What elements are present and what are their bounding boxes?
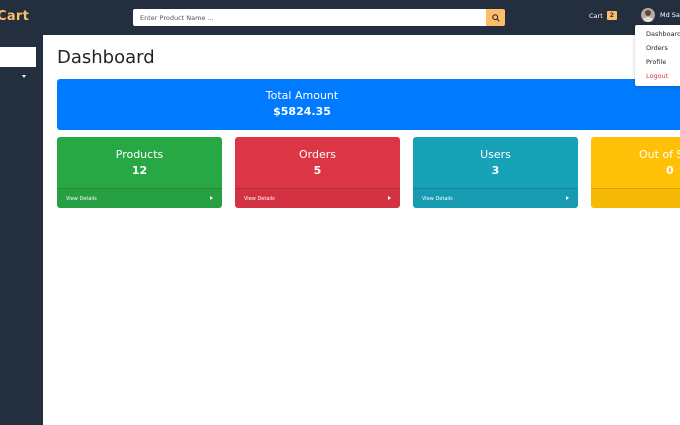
user-name: Md Sa — [660, 11, 680, 19]
users-card-label: Users — [480, 148, 511, 161]
cart-count-badge: 2 — [606, 11, 617, 20]
total-amount-label: Total Amount — [265, 89, 339, 102]
sidebar-item-active[interactable] — [0, 47, 36, 67]
user-dropdown-toggle[interactable]: Md Sa — [641, 8, 680, 22]
out-of-stock-card-value: 0 — [666, 164, 674, 177]
users-view-details-link[interactable]: View Details — [413, 188, 578, 208]
users-card-value: 3 — [491, 164, 500, 177]
view-details-label: View Details — [66, 196, 97, 202]
cart-link[interactable]: Cart 2 — [589, 11, 617, 20]
orders-card-value: 5 — [313, 164, 322, 177]
caret-right-icon — [210, 196, 213, 200]
brand-logo[interactable]: Cart — [0, 9, 29, 24]
orders-card-label: Orders — [299, 148, 336, 161]
user-dropdown-menu: Dashboard Orders Profile Logout — [635, 25, 680, 86]
orders-card: Orders 5 View Details — [235, 137, 400, 208]
view-details-label: View Details — [422, 196, 453, 202]
menu-item-orders[interactable]: Orders — [646, 44, 668, 52]
caret-down-icon[interactable] — [22, 75, 26, 78]
menu-item-dashboard[interactable]: Dashboard — [646, 30, 680, 38]
caret-right-icon — [388, 196, 391, 200]
avatar — [641, 8, 655, 22]
total-amount-card: Total Amount $5824.35 — [57, 79, 680, 130]
products-card-value: 12 — [131, 164, 148, 177]
view-details-label: View Details — [244, 196, 275, 202]
total-amount-value: $5824.35 — [273, 105, 331, 118]
top-navbar: Cart Cart 2 Md Sa — [0, 0, 680, 35]
out-of-stock-card-label: Out of S — [639, 148, 680, 161]
products-card: Products 12 View Details — [57, 137, 222, 208]
search-button[interactable] — [486, 9, 505, 26]
cart-label: Cart — [589, 11, 603, 20]
out-of-stock-card-footer[interactable] — [591, 188, 680, 208]
products-view-details-link[interactable]: View Details — [57, 188, 222, 208]
users-card: Users 3 View Details — [413, 137, 578, 208]
products-card-label: Products — [115, 148, 164, 161]
orders-view-details-link[interactable]: View Details — [235, 188, 400, 208]
search-icon — [491, 13, 500, 22]
menu-item-logout[interactable]: Logout — [646, 72, 668, 80]
search-input[interactable] — [133, 9, 486, 26]
sidebar — [0, 35, 43, 425]
menu-item-profile[interactable]: Profile — [646, 58, 666, 66]
caret-right-icon — [566, 196, 569, 200]
page-title: Dashboard — [57, 47, 155, 68]
search-bar — [133, 9, 505, 26]
out-of-stock-card: Out of S 0 — [591, 137, 680, 208]
